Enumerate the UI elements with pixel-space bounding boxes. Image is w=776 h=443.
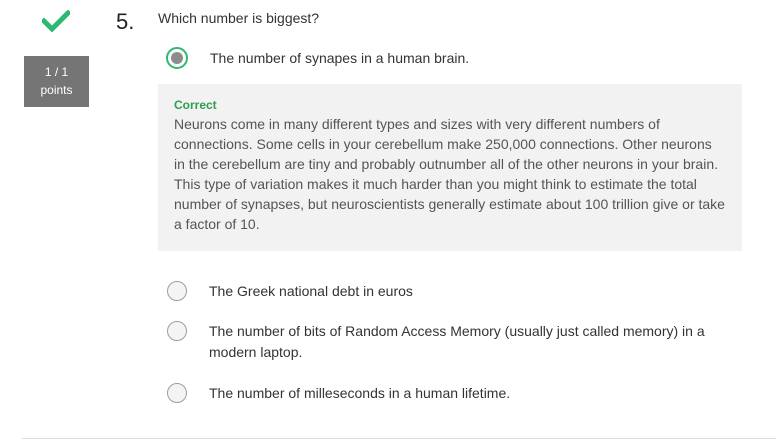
divider — [22, 438, 776, 439]
answer-option[interactable]: The number of bits of Random Access Memo… — [167, 321, 729, 363]
radio-button[interactable] — [167, 383, 187, 403]
feedback-text: Neurons come in many different types and… — [174, 116, 725, 232]
option-label: The number of milleseconds in a human li… — [209, 385, 511, 401]
feedback-panel: Correct Neurons come in many different t… — [158, 84, 742, 251]
feedback-status: Correct — [174, 98, 217, 112]
radio-button[interactable] — [167, 321, 187, 341]
score-badge: 1 / 1 points — [24, 56, 89, 107]
quiz-question: 1 / 1 points 5. Which number is biggest?… — [0, 0, 776, 443]
question-number: 5. — [116, 9, 135, 34]
answer-option[interactable]: The number of synapes in a human brain. — [166, 47, 470, 69]
radio-button[interactable] — [167, 281, 187, 301]
option-label: The number of bits of Random Access Memo… — [209, 323, 705, 360]
score-unit: points — [40, 83, 73, 97]
radio-button-selected[interactable] — [166, 47, 188, 69]
option-label: The Greek national debt in euros — [209, 283, 413, 299]
option-label: The number of synapes in a human brain. — [210, 50, 470, 66]
check-icon — [42, 10, 70, 32]
answer-option[interactable]: The number of milleseconds in a human li… — [167, 383, 510, 404]
answer-option[interactable]: The Greek national debt in euros — [167, 281, 413, 302]
score-value: 1 / 1 — [44, 65, 69, 79]
question-text: Which number is biggest? — [158, 10, 320, 26]
